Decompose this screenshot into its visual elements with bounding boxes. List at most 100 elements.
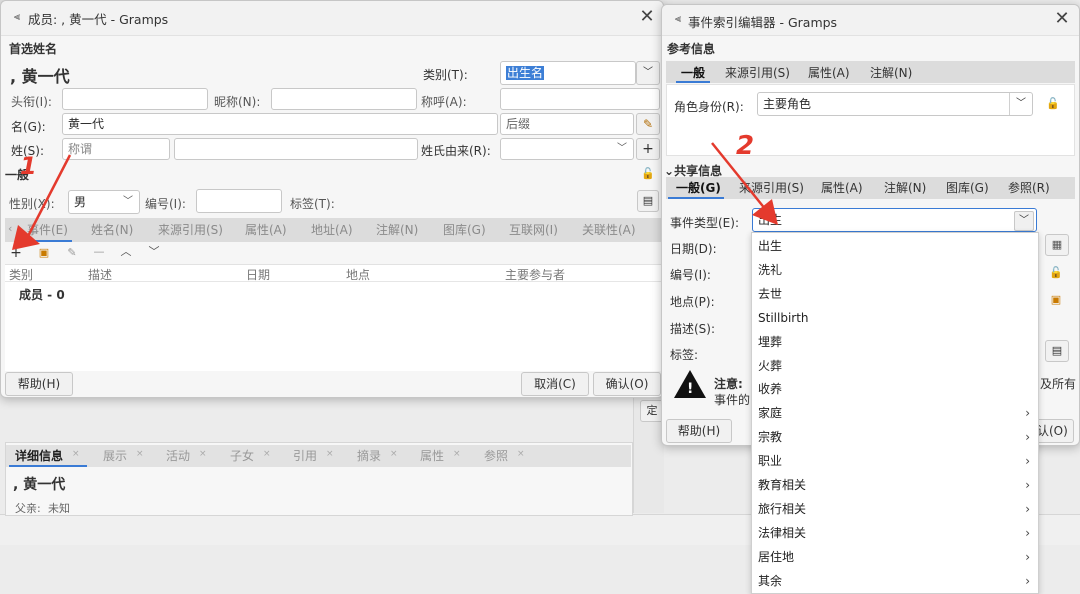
id-input[interactable]: [196, 189, 282, 213]
dropdown-item[interactable]: 宗教 ›: [752, 425, 1038, 449]
dropdown-item-label: 去世: [758, 286, 783, 301]
dropdown-item[interactable]: 职业 ›: [752, 449, 1038, 473]
tags-button[interactable]: ▤: [1045, 340, 1069, 362]
tags-button[interactable]: ▤: [637, 190, 659, 212]
gramps-app-icon: ⫷: [674, 12, 682, 25]
tab-4[interactable]: 地址(A): [311, 219, 353, 241]
dropdown-item-label: 出生: [758, 239, 783, 253]
down-icon[interactable]: ﹀: [147, 245, 161, 259]
father-value: 未知: [48, 502, 70, 515]
event-type-combo[interactable]: 出生﹀: [752, 208, 1037, 232]
role-combo[interactable]: 主要角色 ﹀: [757, 92, 1033, 116]
dropdown-item-label: 收养: [758, 382, 783, 397]
tab-8[interactable]: 关联性(A): [582, 219, 636, 241]
close-icon[interactable]: ✕: [1051, 8, 1073, 30]
dropdown-item[interactable]: 火葬: [752, 354, 1038, 378]
chevron-down-icon[interactable]: ﹀: [636, 61, 660, 85]
detail-tab-7[interactable]: 参照: [484, 445, 508, 467]
detail-tab-underline: [9, 465, 87, 467]
place-label: 地点(P):: [670, 295, 715, 309]
shared-tab-4[interactable]: 图库(G): [946, 177, 989, 199]
privacy-icon[interactable]: 🔓: [1046, 97, 1060, 111]
ref-info-heading: 参考信息: [667, 42, 716, 56]
dropdown-item[interactable]: 法律相关 ›: [752, 521, 1038, 545]
name-type-value: 出生名: [506, 66, 545, 80]
origin-combo[interactable]: ﹀: [500, 138, 634, 160]
annotation-label-2: 2: [736, 131, 755, 161]
suffix-input[interactable]: 后缀: [500, 113, 634, 135]
callname-input[interactable]: [500, 88, 660, 110]
ref-tab-1[interactable]: 来源引用(S): [725, 62, 790, 84]
dropdown-item[interactable]: 旅行相关 ›: [752, 497, 1038, 521]
dropdown-item[interactable]: 去世: [752, 282, 1038, 306]
table-header-divider: [5, 281, 661, 282]
detail-tab-0[interactable]: 详细信息: [15, 445, 63, 467]
tab-5[interactable]: 注解(N): [376, 219, 418, 241]
dropdown-item[interactable]: 居住地 ›: [752, 545, 1038, 569]
close-icon[interactable]: ×: [517, 449, 525, 459]
privacy-icon[interactable]: 🔓: [1049, 266, 1063, 280]
preferred-name-heading: 首选姓名: [9, 42, 58, 56]
tab-7[interactable]: 互联网(I): [509, 219, 558, 241]
privacy-icon[interactable]: 🔓: [641, 167, 655, 181]
surname-input[interactable]: [174, 138, 418, 160]
close-icon[interactable]: ×: [72, 449, 80, 459]
dropdown-item-label: 宗教: [758, 430, 783, 445]
callname-label: 称呼(A):: [421, 95, 467, 109]
date-label: 日期(D):: [670, 242, 717, 256]
tab-3[interactable]: 属性(A): [245, 219, 287, 241]
person-cancel-button[interactable]: 取消(C): [521, 372, 589, 396]
person-ok-button[interactable]: 确认(O): [593, 372, 661, 396]
detail-tab-6[interactable]: 属性: [420, 445, 444, 467]
dropdown-item[interactable]: Stillbirth: [752, 306, 1038, 330]
name-type-combo[interactable]: 出生名: [500, 61, 636, 85]
detail-tab-2[interactable]: 活动: [166, 445, 190, 467]
shared-tab-2[interactable]: 属性(A): [821, 177, 863, 199]
display-name: , 黄一代: [10, 67, 70, 86]
detail-tab-4[interactable]: 引用: [293, 445, 317, 467]
father-label: 父亲:: [15, 502, 41, 515]
close-icon[interactable]: ×: [326, 449, 334, 459]
close-icon[interactable]: ×: [453, 449, 461, 459]
remove-icon[interactable]: —: [92, 245, 106, 259]
event-ref-help-button[interactable]: 帮助(H): [666, 419, 732, 443]
tab-2[interactable]: 来源引用(S): [158, 219, 223, 241]
dropdown-item[interactable]: 出生: [752, 234, 1038, 258]
chevron-right-icon: ›: [1025, 430, 1030, 445]
given-input[interactable]: 黄一代: [62, 113, 498, 135]
detail-tab-3[interactable]: 子女: [230, 445, 254, 467]
edit-icon[interactable]: ✎: [636, 113, 660, 135]
tab-6[interactable]: 图库(G): [443, 219, 486, 241]
share-place-icon[interactable]: ▣: [1049, 293, 1063, 307]
dropdown-item[interactable]: 收养: [752, 377, 1038, 401]
person-help-button[interactable]: 帮助(H): [5, 372, 73, 396]
dropdown-item[interactable]: 家庭 ›: [752, 401, 1038, 425]
detail-tab-5[interactable]: 摘录: [357, 445, 381, 467]
tags-label: 标签:: [670, 348, 699, 362]
close-icon[interactable]: ×: [136, 449, 144, 459]
dropdown-item[interactable]: 埋葬: [752, 330, 1038, 354]
add-surname-button[interactable]: +: [636, 138, 660, 160]
shared-tab-5[interactable]: 参照(R): [1008, 177, 1050, 199]
close-icon[interactable]: ×: [199, 449, 207, 459]
dropdown-item[interactable]: 洗礼: [752, 258, 1038, 282]
tab-1[interactable]: 姓名(N): [91, 219, 133, 241]
date-editor-button[interactable]: ▦: [1045, 234, 1069, 256]
ref-tab-3[interactable]: 注解(N): [870, 62, 912, 84]
chevron-down-icon: ﹀: [617, 143, 627, 154]
table-row[interactable]: 成员 - 0: [19, 286, 65, 303]
up-icon[interactable]: ︿: [119, 245, 133, 259]
close-icon[interactable]: ✕: [636, 6, 658, 28]
detail-tab-1[interactable]: 展示: [103, 445, 127, 467]
title-input[interactable]: [62, 88, 208, 110]
shared-tab-3[interactable]: 注解(N): [884, 177, 926, 199]
nickname-input[interactable]: [271, 88, 417, 110]
origin-label: 姓氏由来(R):: [421, 144, 491, 158]
dropdown-item[interactable]: 教育相关 ›: [752, 473, 1038, 497]
dropdown-item[interactable]: 其余 ›: [752, 569, 1038, 593]
dropdown-item-label: Stillbirth: [758, 310, 809, 325]
ref-tab-2[interactable]: 属性(A): [808, 62, 850, 84]
chevron-right-icon: ›: [1025, 406, 1030, 421]
close-icon[interactable]: ×: [263, 449, 271, 459]
close-icon[interactable]: ×: [390, 449, 398, 459]
